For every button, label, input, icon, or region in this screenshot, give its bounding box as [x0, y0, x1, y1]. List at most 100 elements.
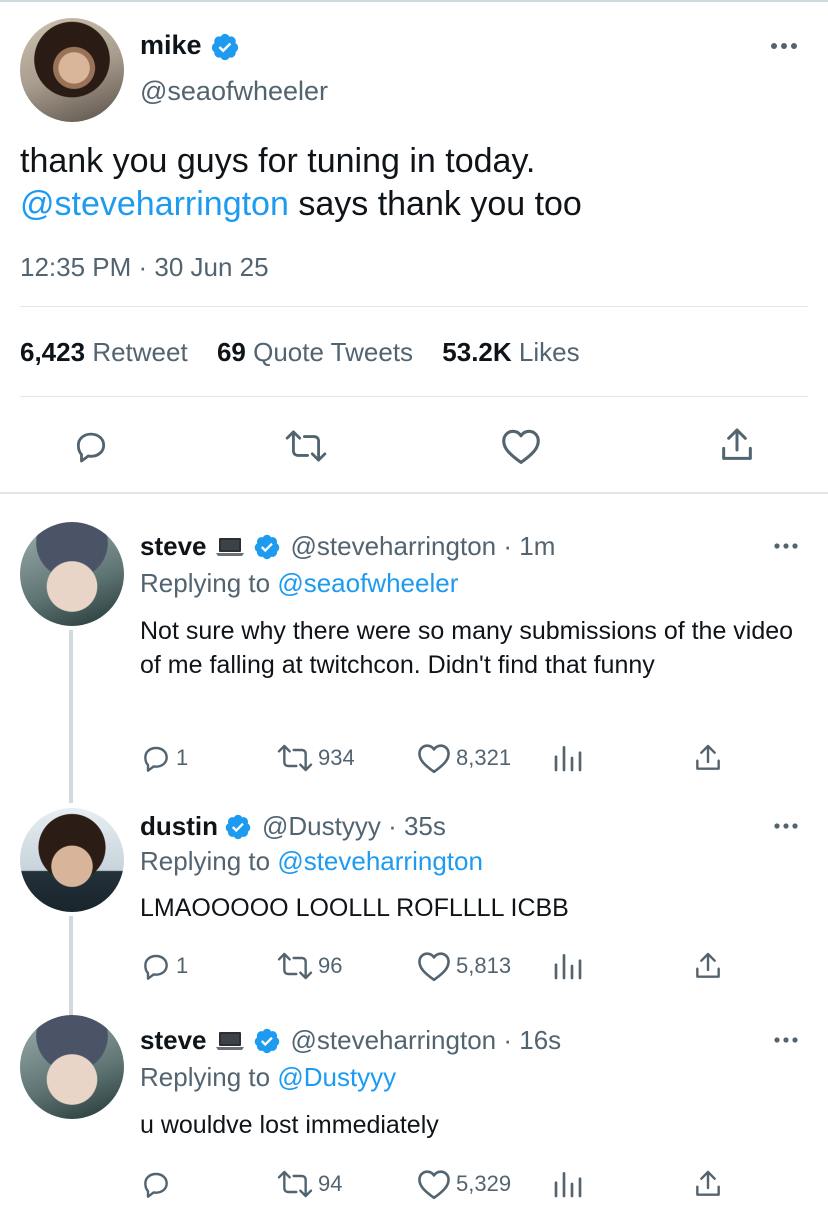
separator: ·	[496, 531, 520, 561]
like-count: 8,321	[456, 745, 512, 770]
retweets-count: 6,423	[20, 337, 86, 367]
share-button[interactable]	[692, 1164, 724, 1204]
reply-author-handle[interactable]: @steveharrington	[291, 531, 497, 562]
reply-author-handle[interactable]: @steveharrington	[291, 1025, 497, 1056]
author-name[interactable]: mike	[140, 30, 202, 61]
like-icon[interactable]	[500, 427, 542, 465]
top-border	[0, 0, 828, 2]
reply-actions: 1 934 8,321	[140, 738, 740, 778]
analytics-icon	[554, 746, 582, 772]
retweet-button[interactable]: 94	[276, 1164, 342, 1204]
verified-badge-icon	[254, 1028, 279, 1053]
reply-time[interactable]: 35s	[404, 811, 446, 842]
more-options-icon[interactable]	[773, 542, 799, 550]
share-button[interactable]	[692, 738, 724, 778]
more-options-icon[interactable]	[770, 42, 798, 50]
verified-badge-icon	[254, 534, 279, 559]
verified-badge-icon	[211, 33, 239, 61]
tweet-text-rest: says thank you too	[288, 185, 582, 223]
quotes-count: 69	[216, 337, 246, 367]
avatar[interactable]	[20, 522, 124, 626]
reply-actions: 94 5,329	[140, 1164, 740, 1204]
reply-icon	[144, 746, 168, 772]
likes-label: Likes	[518, 337, 580, 367]
analytics-icon	[554, 954, 582, 980]
reply-header: steve @steveharrington · 16s	[140, 1025, 561, 1056]
like-button[interactable]: 8,321	[416, 738, 511, 778]
avatar[interactable]	[20, 808, 124, 912]
retweet-count: 96	[318, 953, 343, 978]
tweet-timestamp[interactable]: 12:35 PM · 30 Jun 25	[20, 252, 269, 283]
replying-to: Replying to @Dustyyy	[140, 1062, 396, 1093]
separator: ·	[496, 1025, 520, 1055]
retweet-count: 94	[318, 1171, 343, 1196]
laptop-icon	[215, 1031, 244, 1050]
likes-stat[interactable]: 53.2K Likes	[442, 337, 579, 367]
reply-author-name[interactable]: steve	[140, 531, 207, 562]
replying-to-mention[interactable]: @steveharrington	[277, 846, 483, 876]
retweet-icon	[277, 1170, 313, 1198]
author-handle[interactable]: @seaofwheeler	[140, 76, 328, 107]
reply-time[interactable]: 1m	[519, 531, 555, 562]
reply-author-name[interactable]: dustin	[140, 811, 218, 842]
retweet-count: 934	[318, 745, 355, 770]
thread-connector	[69, 916, 73, 1016]
quotes-label: Quote Tweets	[253, 337, 414, 367]
retweet-icon	[277, 744, 313, 772]
like-icon	[418, 744, 450, 774]
reply-time[interactable]: 16s	[519, 1025, 561, 1056]
tweet-text-line-1: thank you guys for tuning in today.	[20, 142, 536, 180]
analytics-icon	[554, 1172, 582, 1198]
divider	[20, 396, 808, 397]
reply-text: LMAOOOOO LOOLLL ROFLLLL ICBB	[140, 894, 569, 922]
reply-author-name[interactable]: steve	[140, 1025, 207, 1056]
more-options-icon[interactable]	[773, 1036, 799, 1044]
reply-button[interactable]	[140, 1164, 176, 1204]
retweets-label: Retweet	[92, 337, 188, 367]
reply-text: u wouldve lost immediately	[140, 1111, 439, 1139]
reply-count: 1	[176, 745, 189, 770]
replying-to: Replying to @steveharrington	[140, 846, 483, 877]
retweet-button[interactable]: 96	[276, 946, 342, 986]
replying-to-mention[interactable]: @Dustyyy	[277, 1062, 396, 1092]
share-icon[interactable]	[717, 425, 757, 465]
replying-to-prefix: Replying to	[140, 1062, 278, 1092]
section-divider	[0, 492, 828, 494]
tweet-text-line-2: @steveharrington says thank you too	[20, 183, 810, 226]
retweet-icon	[277, 952, 313, 980]
replying-to-prefix: Replying to	[140, 568, 278, 598]
reply-author-handle[interactable]: @Dustyyy	[262, 811, 381, 842]
like-icon	[418, 952, 450, 982]
reply-button[interactable]: 1	[140, 738, 188, 778]
reply-text: Not sure why there were so many submissi…	[140, 617, 794, 679]
analytics-button[interactable]	[552, 946, 584, 986]
separator: ·	[380, 811, 404, 841]
divider	[20, 306, 808, 307]
avatar[interactable]	[20, 1015, 124, 1119]
replying-to-mention[interactable]: @seaofwheeler	[277, 568, 458, 598]
replying-to-prefix: Replying to	[140, 846, 278, 876]
retweets-stat[interactable]: 6,423 Retweet	[20, 337, 188, 367]
share-button[interactable]	[692, 946, 724, 986]
analytics-button[interactable]	[552, 1164, 584, 1204]
reply-icon[interactable]	[72, 427, 110, 465]
like-button[interactable]: 5,329	[416, 1164, 511, 1204]
more-options-icon[interactable]	[773, 822, 799, 830]
share-icon	[696, 744, 720, 770]
retweet-icon[interactable]	[284, 427, 328, 465]
like-button[interactable]: 5,813	[416, 946, 511, 986]
thread-connector	[69, 630, 73, 803]
quotes-stat[interactable]: 69 Quote Tweets	[217, 337, 413, 367]
retweet-button[interactable]: 934	[276, 738, 355, 778]
reply-header: steve @steveharrington · 1m	[140, 531, 555, 562]
reply-button[interactable]: 1	[140, 946, 188, 986]
reply-actions: 1 96 5,813	[140, 946, 740, 986]
share-icon	[696, 952, 720, 978]
reply-header: dustin @Dustyyy · 35s	[140, 811, 446, 842]
replying-to: Replying to @seaofwheeler	[140, 568, 458, 599]
reply-count: 1	[176, 953, 189, 978]
avatar[interactable]	[20, 18, 124, 122]
analytics-button[interactable]	[552, 738, 584, 778]
mention-link[interactable]: @steveharrington	[20, 185, 289, 223]
likes-count: 53.2K	[442, 337, 512, 367]
